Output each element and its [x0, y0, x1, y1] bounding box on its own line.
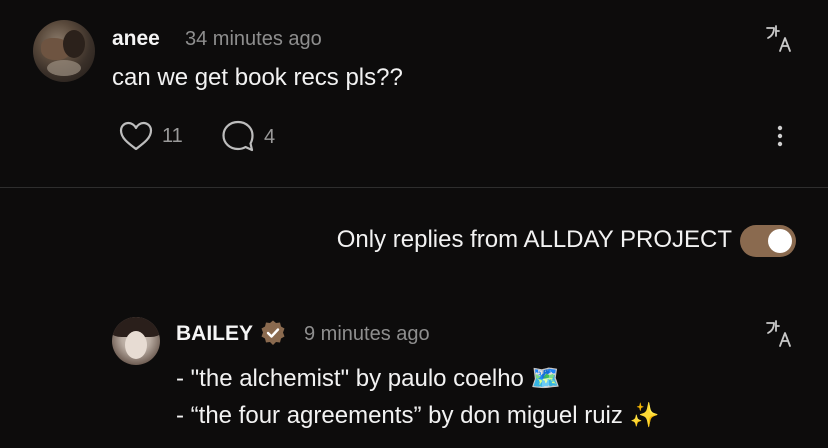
post-timestamp: 34 minutes ago	[185, 28, 322, 50]
verified-badge-icon	[261, 320, 285, 345]
comment-icon	[222, 120, 254, 152]
comment-thread: anee 34 minutes ago can we get book recs…	[0, 0, 828, 448]
reply-count: 4	[264, 125, 276, 148]
reply-avatar[interactable]	[112, 317, 160, 365]
post-text: can we get book recs pls??	[112, 64, 403, 91]
reply-username[interactable]: BAILEY	[176, 322, 253, 346]
divider	[0, 187, 828, 188]
reply-line-1: - "the alchemist" by paulo coelho 🗺️	[176, 365, 561, 392]
avatar[interactable]	[33, 20, 95, 82]
translate-icon[interactable]	[764, 24, 794, 54]
like-count: 11	[162, 124, 183, 147]
heart-icon	[119, 121, 153, 151]
like-button[interactable]: 11	[118, 120, 183, 152]
reply-line-2: - “the four agreements” by don miguel ru…	[176, 402, 660, 429]
post-username[interactable]: anee	[112, 27, 160, 51]
reply-button[interactable]: 4	[220, 119, 275, 155]
reply-timestamp: 9 minutes ago	[304, 323, 430, 345]
reply-translate-icon[interactable]	[764, 319, 794, 349]
toggle-knob	[768, 229, 792, 253]
replies-filter-toggle[interactable]	[740, 225, 796, 257]
filter-label: Only replies from ALLDAY PROJECT	[336, 226, 732, 253]
more-vertical-icon[interactable]	[770, 124, 790, 148]
